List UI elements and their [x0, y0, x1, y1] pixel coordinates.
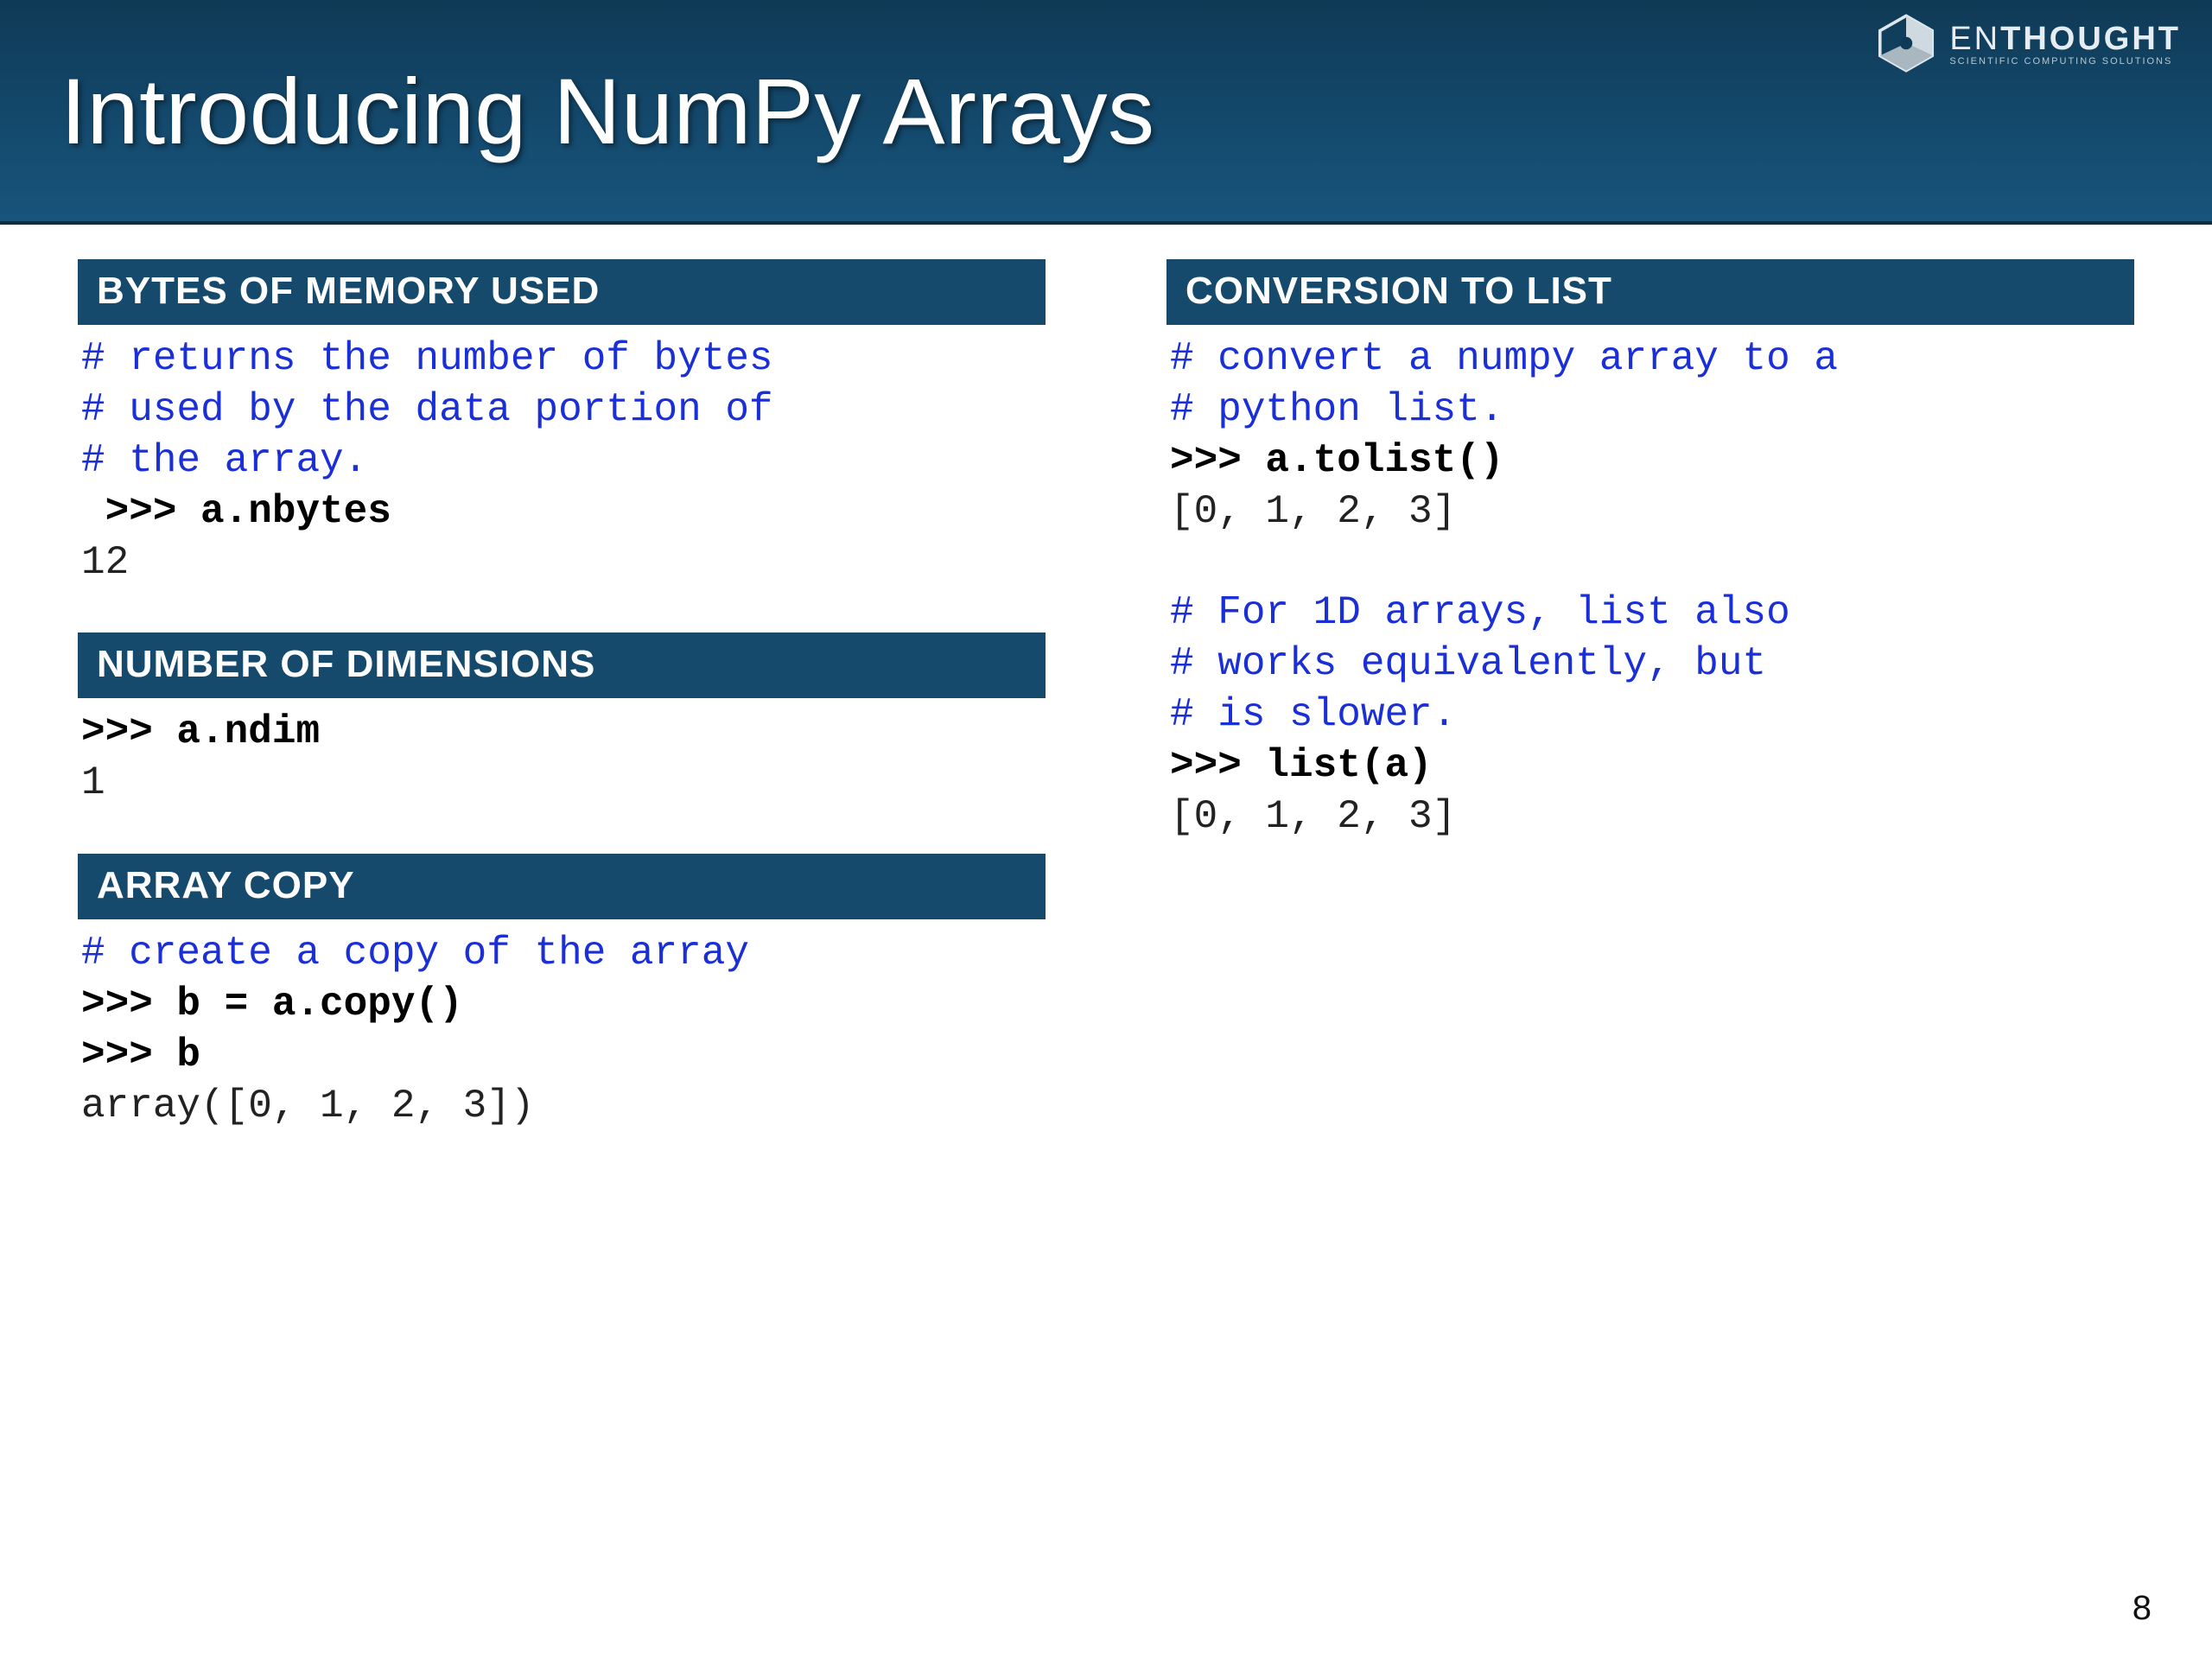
slide: Introducing NumPy Arrays ENTHOUGHT SCIEN…: [0, 0, 2212, 1659]
section-bytes: BYTES OF MEMORY USED # returns the numbe…: [78, 259, 1046, 610]
code-line: # python list.: [1170, 387, 1503, 432]
code-line: >>> b: [81, 1033, 200, 1077]
section-header-tolist: CONVERSION TO LIST: [1166, 259, 2134, 325]
code-line: # works equivalently, but: [1170, 641, 1766, 686]
code-line: >>> a.tolist(): [1170, 438, 1503, 483]
slide-title: Introducing NumPy Arrays: [60, 57, 1155, 165]
section-header-ndim: NUMBER OF DIMENSIONS: [78, 632, 1046, 698]
code-line: >>> a.nbytes: [81, 489, 391, 534]
code-ndim: >>> a.ndim 1: [78, 698, 1046, 831]
slide-body: BYTES OF MEMORY USED # returns the numbe…: [78, 259, 2134, 1607]
code-line: # returns the number of bytes: [81, 336, 773, 381]
section-tolist: CONVERSION TO LIST # convert a numpy arr…: [1166, 259, 2134, 865]
brand-text: ENTHOUGHT SCIENTIFIC COMPUTING SOLUTIONS: [1949, 21, 2181, 67]
code-line: 1: [81, 760, 105, 805]
brand-left: EN: [1949, 21, 2000, 57]
code-line: [0, 1, 2, 3]: [1170, 794, 1456, 839]
code-line: >>> b = a.copy(): [81, 982, 463, 1027]
code-line: # convert a numpy array to a: [1170, 336, 1838, 381]
section-header-bytes: BYTES OF MEMORY USED: [78, 259, 1046, 325]
code-line: 12: [81, 540, 129, 585]
code-line: # is slower.: [1170, 692, 1456, 737]
code-line: >>> a.ndim: [81, 709, 320, 754]
brand-logo: ENTHOUGHT SCIENTIFIC COMPUTING SOLUTIONS: [1875, 12, 2181, 74]
code-bytes: # returns the number of bytes # used by …: [78, 325, 1046, 610]
right-column: CONVERSION TO LIST # convert a numpy arr…: [1166, 259, 2134, 1607]
code-line: >>> list(a): [1170, 743, 1433, 788]
code-tolist: # convert a numpy array to a # python li…: [1166, 325, 2134, 865]
code-line: array([0, 1, 2, 3]): [81, 1084, 535, 1128]
code-copy: # create a copy of the array >>> b = a.c…: [78, 919, 1046, 1154]
code-line: # used by the data portion of: [81, 387, 773, 432]
left-column: BYTES OF MEMORY USED # returns the numbe…: [78, 259, 1046, 1607]
code-line: # create a copy of the array: [81, 931, 749, 976]
code-line: # For 1D arrays, list also: [1170, 590, 1790, 635]
code-line: [0, 1, 2, 3]: [1170, 489, 1456, 534]
section-ndim: NUMBER OF DIMENSIONS >>> a.ndim 1: [78, 632, 1046, 831]
section-copy: ARRAY COPY # create a copy of the array …: [78, 854, 1046, 1154]
brand-tagline: SCIENTIFIC COMPUTING SOLUTIONS: [1949, 56, 2181, 67]
brand-right: THOUGHT: [2000, 21, 2181, 57]
enthought-mark-icon: [1875, 12, 1937, 74]
code-line: # the array.: [81, 438, 367, 483]
title-bar: Introducing NumPy Arrays ENTHOUGHT SCIEN…: [0, 0, 2212, 225]
page-number: 8: [2133, 1589, 2152, 1628]
section-header-copy: ARRAY COPY: [78, 854, 1046, 919]
